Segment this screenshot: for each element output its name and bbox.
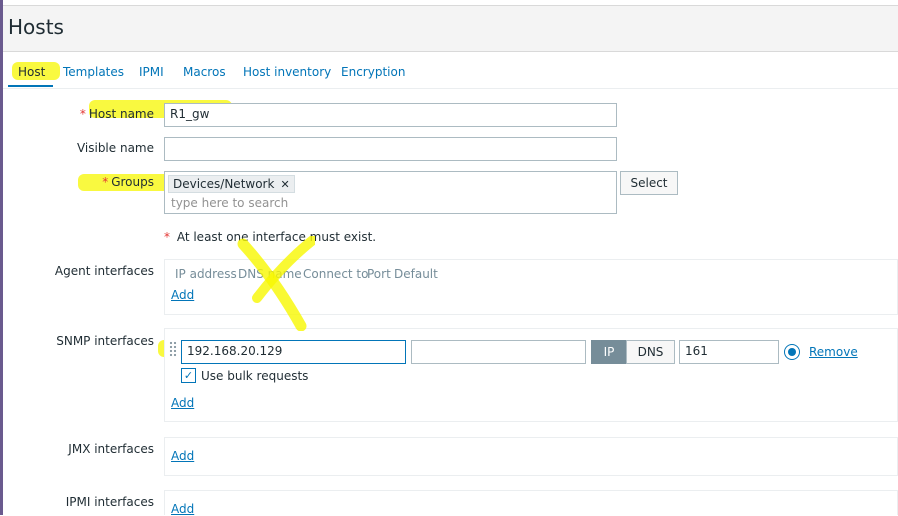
interface-required-note: * At least one interface must exist. — [164, 230, 376, 244]
column-port: Port — [367, 267, 391, 281]
group-chip-label: Devices/Network — [173, 177, 275, 191]
visible-name-label: Visible name — [76, 141, 154, 155]
snmp-port-input[interactable]: 161 — [679, 340, 779, 364]
host-name-label-text: Host name — [88, 107, 154, 121]
add-agent-interface-link[interactable]: Add — [171, 288, 194, 302]
agent-interfaces-label: Agent interfaces — [54, 264, 154, 278]
column-ip-address: IP address — [175, 267, 237, 281]
column-connect-to: Connect to — [303, 267, 369, 281]
tab-host[interactable]: Host — [18, 58, 45, 86]
connect-to-ip-button[interactable]: IP — [591, 340, 627, 364]
page-title: Hosts — [8, 15, 64, 39]
host-name-value: R1_gw — [170, 107, 210, 121]
host-name-label: * Host name — [80, 107, 154, 121]
tab-encryption[interactable]: Encryption — [341, 58, 405, 86]
column-default: Default — [394, 267, 438, 281]
connect-to-dns-button[interactable]: DNS — [626, 340, 675, 364]
groups-label: * Groups — [102, 175, 154, 189]
agent-interfaces-panel: IP address DNS name Connect to Port Defa… — [164, 259, 898, 315]
bulk-requests-label: Use bulk requests — [201, 369, 309, 383]
tab-divider — [3, 88, 898, 89]
add-jmx-interface-link[interactable]: Add — [171, 449, 194, 463]
bulk-requests-checkbox[interactable]: ✓ — [181, 368, 196, 383]
required-marker: * — [79, 107, 86, 121]
remove-snmp-interface-link[interactable]: Remove — [809, 345, 858, 359]
tab-macros[interactable]: Macros — [183, 58, 226, 86]
ipmi-interfaces-label: IPMI interfaces — [65, 495, 154, 509]
active-tab-indicator — [8, 85, 53, 87]
column-dns-name: DNS name — [238, 267, 302, 281]
snmp-port-value: 161 — [685, 344, 708, 358]
tab-host-inventory[interactable]: Host inventory — [243, 58, 331, 86]
left-edge-bar — [0, 0, 3, 515]
ipmi-interfaces-panel: Add — [164, 490, 898, 516]
visible-name-input[interactable] — [164, 137, 617, 161]
interface-note-text: At least one interface must exist. — [176, 230, 377, 244]
add-snmp-interface-link[interactable]: Add — [171, 396, 194, 410]
required-marker: * — [102, 175, 109, 189]
tab-templates[interactable]: Templates — [63, 58, 124, 86]
groups-search-placeholder[interactable]: type here to search — [171, 196, 288, 210]
default-interface-radio[interactable] — [784, 344, 800, 360]
select-groups-button[interactable]: Select — [620, 171, 678, 195]
tab-ipmi[interactable]: IPMI — [139, 58, 164, 86]
drag-handle-icon[interactable] — [169, 341, 177, 357]
groups-multiselect[interactable]: Devices/Network ✕ type here to search — [164, 171, 617, 214]
jmx-interfaces-label: JMX interfaces — [68, 442, 154, 456]
snmp-dns-input[interactable] — [411, 340, 586, 364]
required-marker: * — [164, 230, 170, 244]
page-header: Hosts — [3, 5, 898, 52]
groups-label-text: Groups — [111, 175, 154, 189]
host-name-input[interactable]: R1_gw — [164, 103, 617, 127]
remove-chip-icon[interactable]: ✕ — [280, 178, 289, 191]
snmp-ip-value: 192.168.20.129 — [187, 344, 283, 358]
group-chip: Devices/Network ✕ — [168, 175, 295, 193]
add-ipmi-interface-link[interactable]: Add — [171, 502, 194, 516]
snmp-interfaces-label: SNMP interfaces — [56, 334, 154, 348]
jmx-interfaces-panel: Add — [164, 437, 898, 476]
snmp-ip-input[interactable]: 192.168.20.129 — [181, 340, 406, 364]
